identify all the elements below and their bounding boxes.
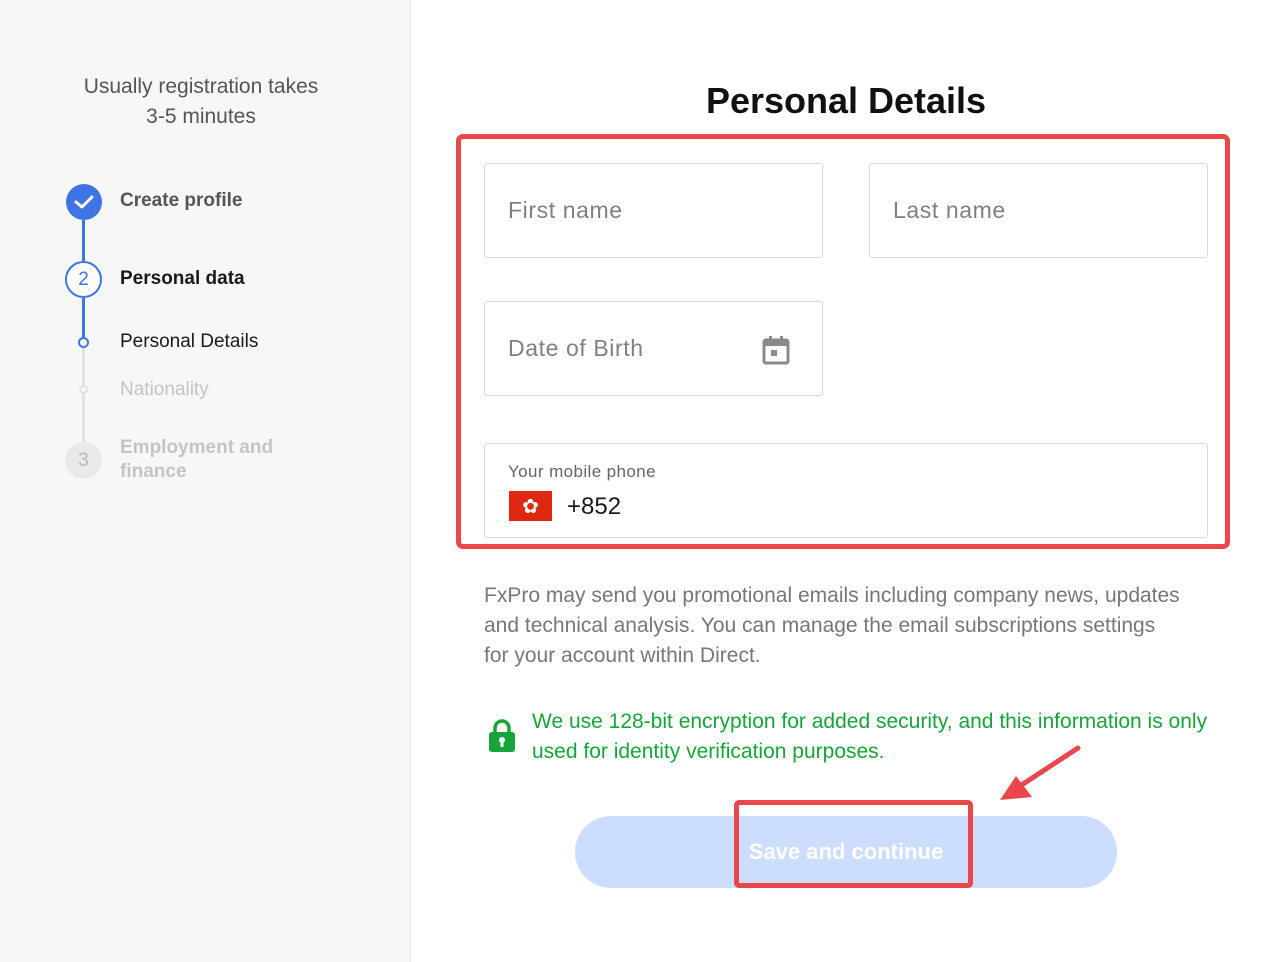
mobile-phone-field[interactable]: Your mobile phone ✿ +852 — [484, 443, 1208, 538]
security-notice: We use 128-bit encryption for added secu… — [532, 710, 1208, 763]
first-name-input[interactable] — [485, 164, 822, 257]
step-connector — [82, 348, 85, 386]
calendar-icon[interactable] — [762, 335, 790, 365]
promo-email-notice: FxPro may send you promotional emails in… — [484, 584, 1180, 667]
substep-nationality: Nationality — [120, 379, 209, 400]
substep-personal-details[interactable]: Personal Details — [120, 331, 258, 353]
last-name-input[interactable] — [870, 164, 1207, 257]
step-1-marker — [66, 184, 102, 220]
first-name-field[interactable] — [484, 163, 823, 258]
step-create-profile[interactable]: Create profile — [120, 190, 242, 212]
lock-icon — [489, 719, 515, 752]
save-and-continue-button[interactable]: Save and continue — [575, 816, 1117, 888]
page-title: Personal Details — [705, 80, 987, 121]
step-personal-data[interactable]: Personal data — [120, 268, 245, 290]
check-icon — [74, 195, 94, 209]
date-of-birth-field[interactable] — [484, 301, 823, 396]
step-connector — [82, 220, 85, 261]
step-3-marker: 3 — [65, 442, 102, 479]
substep-marker-active — [78, 337, 89, 348]
arrow-icon — [1000, 745, 1081, 800]
flag-symbol: ✿ — [522, 495, 539, 518]
substep-marker-pending — [79, 385, 88, 394]
step-connector — [82, 298, 85, 338]
last-name-field[interactable] — [869, 163, 1208, 258]
step-connector — [82, 394, 85, 442]
registration-time-note: Usually registration takes 3-5 minutes — [83, 75, 319, 128]
registration-sidebar: Usually registration takes 3-5 minutes C… — [0, 0, 411, 962]
step-2-marker: 2 — [65, 261, 102, 298]
mobile-phone-label: Your mobile phone — [508, 462, 656, 481]
step-employment-finance: Employment and finance — [120, 437, 274, 482]
hong-kong-flag-icon[interactable]: ✿ — [509, 491, 552, 521]
phone-country-code: +852 — [567, 493, 622, 520]
